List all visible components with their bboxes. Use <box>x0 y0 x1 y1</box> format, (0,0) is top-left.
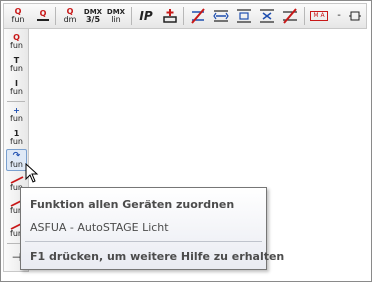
add-device-icon <box>163 9 177 23</box>
assign-function-all-button[interactable]: ↷ fun <box>6 149 27 171</box>
ip-address-button[interactable]: IP <box>135 6 157 26</box>
clear-icon <box>283 8 297 24</box>
toolbar-separator <box>55 7 56 25</box>
mouse-cursor-icon <box>25 163 39 183</box>
horizontal-toolbar: Q fun Q Q dm DMX 3/5 DMX lin IP M A - <box>3 3 367 29</box>
tooltip-description: ASFUA - AutoSTAGE Licht <box>30 221 169 234</box>
query-icon: Q <box>39 9 47 18</box>
add-function-button[interactable]: + fun <box>6 104 27 126</box>
query-function-button[interactable]: Q fun <box>7 6 29 26</box>
clear-button[interactable] <box>279 6 301 26</box>
remove-function-button[interactable] <box>187 6 209 26</box>
tooltip-help-hint: F1 drücken, um weitere Hilfe zu erhalten <box>30 250 285 263</box>
tooltip: Funktion allen Geräten zuordnen ASFUA - … <box>20 187 284 270</box>
ma-icon: M A <box>310 11 328 21</box>
window-frame: Q fun Q Q dm DMX 3/5 DMX lin IP M A - Q … <box>0 0 372 282</box>
ip-icon: IP <box>139 9 153 23</box>
query-button[interactable]: Q <box>32 6 54 26</box>
tooltip-title: Funktion allen Geräten zuordnen <box>30 198 235 211</box>
toolbar-separator <box>304 7 305 25</box>
toolbar-separator <box>183 7 184 25</box>
toolbar-separator <box>7 101 25 102</box>
sort-icon <box>260 9 274 23</box>
query-function-button[interactable]: Q fun <box>6 31 27 53</box>
dock-button[interactable] <box>347 6 363 26</box>
strike-function-icon <box>191 8 205 24</box>
sort-button[interactable] <box>256 6 278 26</box>
align-vertical-icon <box>237 9 251 23</box>
minimize-icon: - <box>337 10 341 21</box>
align-vertical-button[interactable] <box>233 6 255 26</box>
minimize-button[interactable]: - <box>332 6 346 26</box>
intensity-function-button[interactable]: I fun <box>6 77 27 99</box>
text-function-button[interactable]: T fun <box>6 54 27 76</box>
toolbar-separator <box>131 7 132 25</box>
dock-icon <box>349 11 361 21</box>
dmx-3-5-button[interactable]: DMX 3/5 <box>82 6 104 26</box>
ma-button[interactable]: M A <box>308 6 330 26</box>
dmx-linear-button[interactable]: DMX lin <box>105 6 127 26</box>
add-device-button[interactable] <box>159 6 181 26</box>
underline-icon <box>37 19 49 21</box>
single-function-button[interactable]: 1 fun <box>6 127 27 149</box>
align-horizontal-button[interactable] <box>210 6 232 26</box>
align-horizontal-icon <box>213 10 229 22</box>
query-dimmer-button[interactable]: Q dm <box>59 6 81 26</box>
tooltip-divider <box>25 241 262 242</box>
